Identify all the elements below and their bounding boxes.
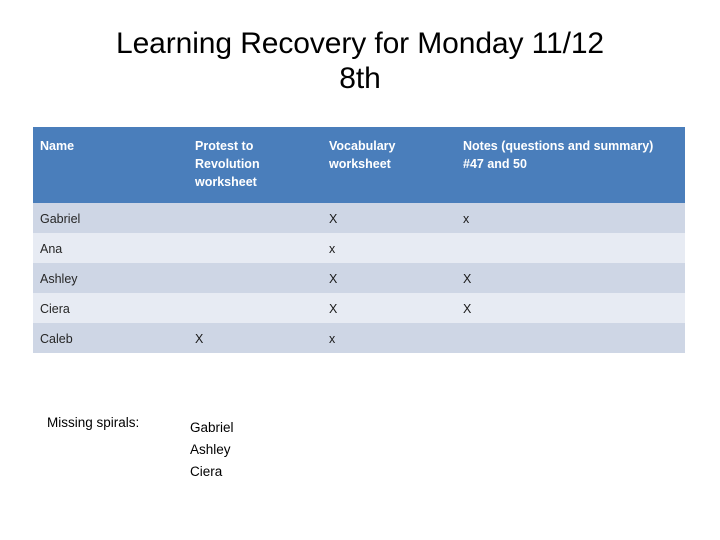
column-header-protest: Protest to Revolution worksheet	[188, 127, 322, 203]
protest-mark	[188, 263, 322, 293]
page-title-line-2: 8th	[339, 62, 381, 96]
table-row: Ashley X X	[33, 263, 685, 293]
protest-mark	[188, 293, 322, 323]
cell-notes	[456, 233, 685, 263]
column-header-name-label: Name	[33, 127, 188, 203]
cell-protest: X	[188, 323, 322, 353]
cell-name: Ashley	[33, 263, 188, 293]
cell-protest	[188, 203, 322, 233]
cell-notes: X	[456, 263, 685, 293]
cell-vocabulary: X	[322, 203, 456, 233]
protest-mark: X	[188, 323, 322, 353]
missing-spirals-name-1: Gabriel	[190, 420, 234, 435]
table-row: Ciera X X	[33, 293, 685, 323]
notes-mark: X	[456, 263, 685, 293]
cell-vocabulary: x	[322, 233, 456, 263]
notes-mark	[456, 233, 685, 263]
missing-spirals-names: Gabriel Ashley Ciera	[190, 417, 234, 483]
student-name: Caleb	[33, 323, 188, 353]
cell-name: Ciera	[33, 293, 188, 323]
protest-mark	[188, 233, 322, 263]
missing-spirals-label: Missing spirals:	[47, 415, 140, 430]
cell-name: Caleb	[33, 323, 188, 353]
protest-mark	[188, 203, 322, 233]
column-header-vocabulary: Vocabulary worksheet	[322, 127, 456, 203]
table-row: Caleb X x	[33, 323, 685, 353]
column-header-name: Name	[33, 127, 188, 203]
cell-name: Ana	[33, 233, 188, 263]
cell-vocabulary: X	[322, 263, 456, 293]
missing-spirals-name-2: Ashley	[190, 442, 231, 457]
vocabulary-mark: X	[322, 263, 456, 293]
table-header: Name Protest to Revolution worksheet Voc…	[33, 127, 685, 203]
cell-notes: X	[456, 293, 685, 323]
notes-mark: x	[456, 203, 685, 233]
notes-mark	[456, 323, 685, 353]
table-row: Gabriel X x	[33, 203, 685, 233]
cell-protest	[188, 263, 322, 293]
table-body: Gabriel X x Ana x Ashley X X Ciera X X C…	[33, 203, 685, 353]
page-title-line-1: Learning Recovery for Monday 11/12	[116, 27, 604, 60]
student-name: Gabriel	[33, 203, 188, 233]
vocabulary-mark: X	[322, 293, 456, 323]
notes-mark: X	[456, 293, 685, 323]
cell-protest	[188, 233, 322, 263]
student-name: Ciera	[33, 293, 188, 323]
cell-name: Gabriel	[33, 203, 188, 233]
vocabulary-mark: x	[322, 323, 456, 353]
column-header-protest-label: Protest to Revolution worksheet	[188, 127, 322, 203]
missing-spirals-name-3: Ciera	[190, 464, 223, 479]
column-header-notes-label: Notes (questions and summary) #47 and 50	[456, 127, 685, 203]
cell-vocabulary: x	[322, 323, 456, 353]
table-header-row: Name Protest to Revolution worksheet Voc…	[33, 127, 685, 203]
vocabulary-mark: X	[322, 203, 456, 233]
cell-protest	[188, 293, 322, 323]
column-header-vocabulary-label: Vocabulary worksheet	[322, 127, 456, 203]
table-row: Ana x	[33, 233, 685, 263]
cell-notes	[456, 323, 685, 353]
column-header-notes: Notes (questions and summary) #47 and 50	[456, 127, 685, 203]
vocabulary-mark: x	[322, 233, 456, 263]
learning-recovery-table: Name Protest to Revolution worksheet Voc…	[33, 127, 685, 353]
cell-vocabulary: X	[322, 293, 456, 323]
cell-notes: x	[456, 203, 685, 233]
student-name: Ana	[33, 233, 188, 263]
page-title: Learning Recovery for Monday 11/12 8th	[30, 26, 690, 97]
student-name: Ashley	[33, 263, 188, 293]
